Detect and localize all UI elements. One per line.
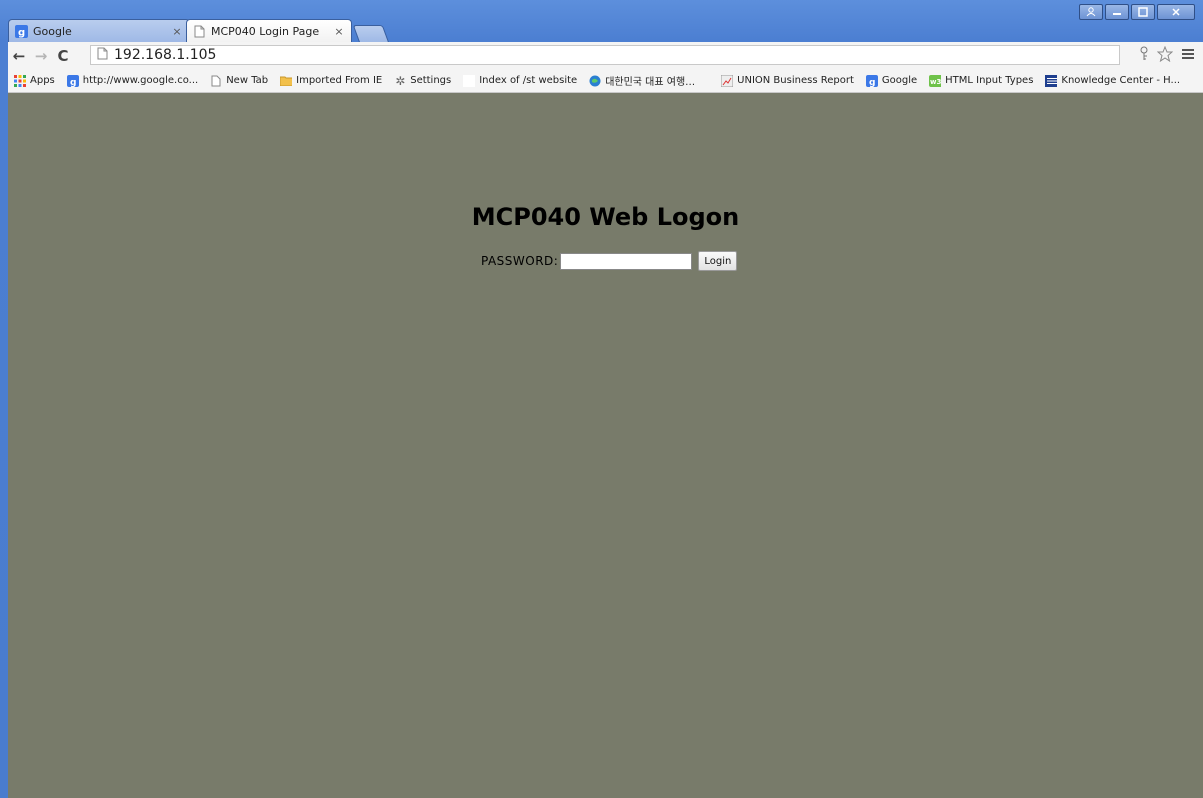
svg-text:g: g: [70, 78, 76, 87]
ibm-icon: [1045, 74, 1058, 87]
gear-icon: ✲: [395, 73, 406, 88]
tab-title: MCP040 Login Page: [211, 24, 320, 38]
page-title: MCP040 Web Logon: [471, 203, 740, 231]
report-icon: [721, 74, 734, 87]
w3-icon: w3: [929, 74, 942, 87]
tab-google[interactable]: g Google ×: [8, 19, 190, 42]
login-form: PASSWORD: Login: [481, 251, 738, 271]
svg-text:g: g: [18, 27, 25, 38]
google-icon: g: [865, 74, 878, 87]
address-url: 192.168.1.105: [114, 47, 217, 63]
forward-icon[interactable]: →: [30, 47, 52, 65]
user-icon[interactable]: [1079, 4, 1103, 20]
page-icon: [97, 47, 108, 63]
google-icon: g: [15, 24, 28, 38]
bookmark-label: Index of /st website: [479, 75, 578, 86]
back-icon[interactable]: ←: [8, 47, 30, 65]
bookmark-google[interactable]: g Google: [860, 71, 923, 91]
bookmark-union-business-report[interactable]: UNION Business Report: [715, 71, 860, 91]
tab-mcp040-login[interactable]: MCP040 Login Page ×: [186, 19, 352, 42]
bookmark-label: Google: [881, 75, 918, 86]
page-icon: [193, 25, 206, 38]
bookmark-label: UNION Business Report: [737, 75, 854, 86]
new-tab-button[interactable]: [352, 25, 390, 43]
browser-window: g Google × MCP040 Login Page × ← → C 192…: [0, 0, 1203, 798]
bookmark-star-icon[interactable]: [1156, 45, 1174, 66]
bookmark-google-url[interactable]: g http://www.google.co...: [61, 71, 204, 91]
bookmark-korea-travel[interactable]: 대한민국 대표 여행…: [583, 71, 701, 91]
bookmark-label: Imported From IE: [296, 75, 383, 86]
bookmark-new-tab[interactable]: New Tab: [204, 71, 274, 91]
bookmark-html-input-types[interactable]: w3 HTML Input Types: [923, 71, 1039, 91]
google-icon: g: [66, 74, 79, 87]
bookmark-imported-from-ie[interactable]: Imported From IE: [274, 71, 388, 91]
maximize-icon[interactable]: [1131, 4, 1155, 20]
login-button[interactable]: Login: [698, 251, 738, 271]
browser-toolbar: ← → C 192.168.1.105: [8, 42, 1203, 69]
page-icon: [210, 75, 222, 87]
bookmark-label: Settings: [410, 75, 452, 86]
bookmark-label: HTML Input Types: [945, 75, 1034, 86]
password-label: PASSWORD:: [481, 254, 559, 268]
close-window-icon[interactable]: [1157, 4, 1195, 20]
bookmark-index-st-website[interactable]: Index of /st website: [457, 71, 583, 91]
bookmark-settings[interactable]: ✲ Settings: [388, 71, 457, 91]
page-content: MCP040 Web Logon PASSWORD: Login: [8, 93, 1203, 798]
bookmark-knowledge-center[interactable]: Knowledge Center - H...: [1039, 71, 1186, 91]
bookmark-label: New Tab: [226, 75, 269, 86]
svg-text:g: g: [869, 78, 875, 87]
bookmark-label: 대한민국 대표 여행…: [605, 77, 696, 88]
bookmark-label: http://www.google.co...: [82, 75, 199, 86]
password-input[interactable]: [560, 252, 693, 270]
window-controls: [1079, 4, 1195, 20]
blank-icon: [463, 74, 476, 87]
close-tab-icon[interactable]: ×: [171, 25, 183, 38]
bookmark-label: Apps: [30, 75, 55, 86]
address-bar[interactable]: 192.168.1.105: [90, 45, 1120, 65]
minimize-icon[interactable]: [1105, 4, 1129, 20]
svg-text:w3: w3: [930, 78, 941, 86]
bookmark-label: Knowledge Center - H...: [1061, 75, 1181, 86]
reload-icon[interactable]: C: [52, 47, 74, 65]
bookmark-apps[interactable]: Apps: [8, 71, 61, 91]
tab-strip: g Google × MCP040 Login Page ×: [0, 0, 1203, 43]
globe-icon: [589, 75, 601, 87]
apps-grid-icon: [14, 74, 26, 87]
tab-title: Google: [33, 24, 72, 38]
close-tab-icon[interactable]: ×: [333, 25, 345, 38]
key-icon[interactable]: [1139, 46, 1149, 66]
menu-icon[interactable]: [1181, 46, 1195, 66]
folder-icon: [280, 75, 293, 87]
bookmarks-bar: Apps g http://www.google.co... New Tab I…: [8, 69, 1203, 93]
